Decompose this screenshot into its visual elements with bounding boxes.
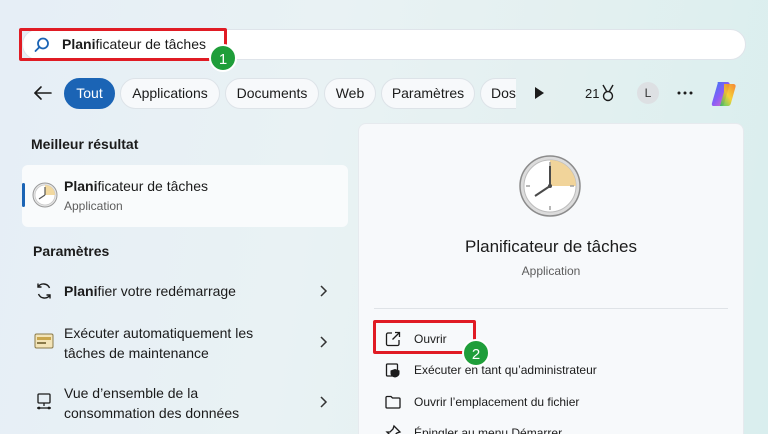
avatar[interactable]: L (637, 82, 659, 104)
best-result-title-match: Plani (64, 178, 98, 194)
maintenance-icon (34, 333, 54, 349)
setting-item-maintenance-line1: Exécuter automatiquement les (64, 325, 254, 341)
tab-web[interactable]: Web (324, 78, 376, 109)
tab-all[interactable]: Tout (64, 78, 115, 109)
restart-icon (37, 283, 51, 299)
divider (374, 308, 728, 309)
highlight-box-open (373, 320, 476, 354)
action-open-location[interactable]: Ouvrir l’emplacement du fichier (414, 395, 579, 409)
setting-item-data-usage-line1: Vue d’ensemble de la (64, 385, 199, 401)
chevron-right-icon (320, 396, 328, 408)
tab-documents[interactable]: Documents (225, 78, 319, 109)
tab-settings[interactable]: Paramètres (381, 78, 475, 109)
chevron-right-icon (320, 336, 328, 348)
chevron-right-icon (320, 285, 328, 297)
action-run-as-admin[interactable]: Exécuter en tant qu’administrateur (414, 363, 597, 377)
setting-item-maintenance-label: Exécuter automatiquement les tâches de m… (64, 323, 253, 363)
settings-heading: Paramètres (33, 243, 110, 259)
setting-item-restart-match: Plani (64, 283, 98, 299)
task-scheduler-app-icon (32, 182, 58, 208)
best-result-subtitle: Application (64, 199, 123, 213)
pin-icon (385, 424, 402, 434)
rewards-points: 21 (585, 86, 600, 101)
tab-applications[interactable]: Applications (120, 78, 220, 109)
tab-folders[interactable]: Dos (480, 78, 516, 109)
run-as-admin-icon (385, 363, 400, 378)
setting-item-maintenance-line2: tâches de maintenance (64, 345, 209, 361)
scroll-tabs-icon[interactable] (532, 86, 546, 100)
highlight-box-search (19, 28, 227, 61)
best-result-heading: Meilleur résultat (31, 136, 139, 152)
setting-item-data-usage-line2: consommation des données (64, 405, 240, 421)
task-scheduler-large-icon (519, 155, 581, 217)
preview-app-subtitle: Application (521, 264, 581, 278)
selection-indicator (22, 183, 25, 207)
best-result-title-rest: ficateur de tâches (97, 178, 208, 194)
setting-item-restart-rest: fier votre redémarrage (97, 283, 236, 299)
data-usage-icon (37, 393, 51, 410)
rewards-medal-icon[interactable] (600, 84, 616, 102)
setting-item-data-usage-label: Vue d’ensemble de la consommation des do… (64, 383, 239, 423)
best-result-title: Planificateur de tâches (64, 178, 208, 194)
copilot-icon[interactable] (708, 78, 740, 110)
folder-icon (385, 395, 401, 409)
more-options-icon[interactable] (676, 84, 694, 102)
back-arrow-icon[interactable] (32, 82, 54, 104)
best-result-card[interactable] (22, 165, 348, 227)
setting-item-restart-label: Planifier votre redémarrage (64, 281, 236, 301)
step-marker-1: 1 (209, 44, 237, 72)
action-pin-start[interactable]: Épingler au menu Démarrer (414, 426, 562, 434)
preview-app-title: Planificateur de tâches (465, 237, 637, 256)
